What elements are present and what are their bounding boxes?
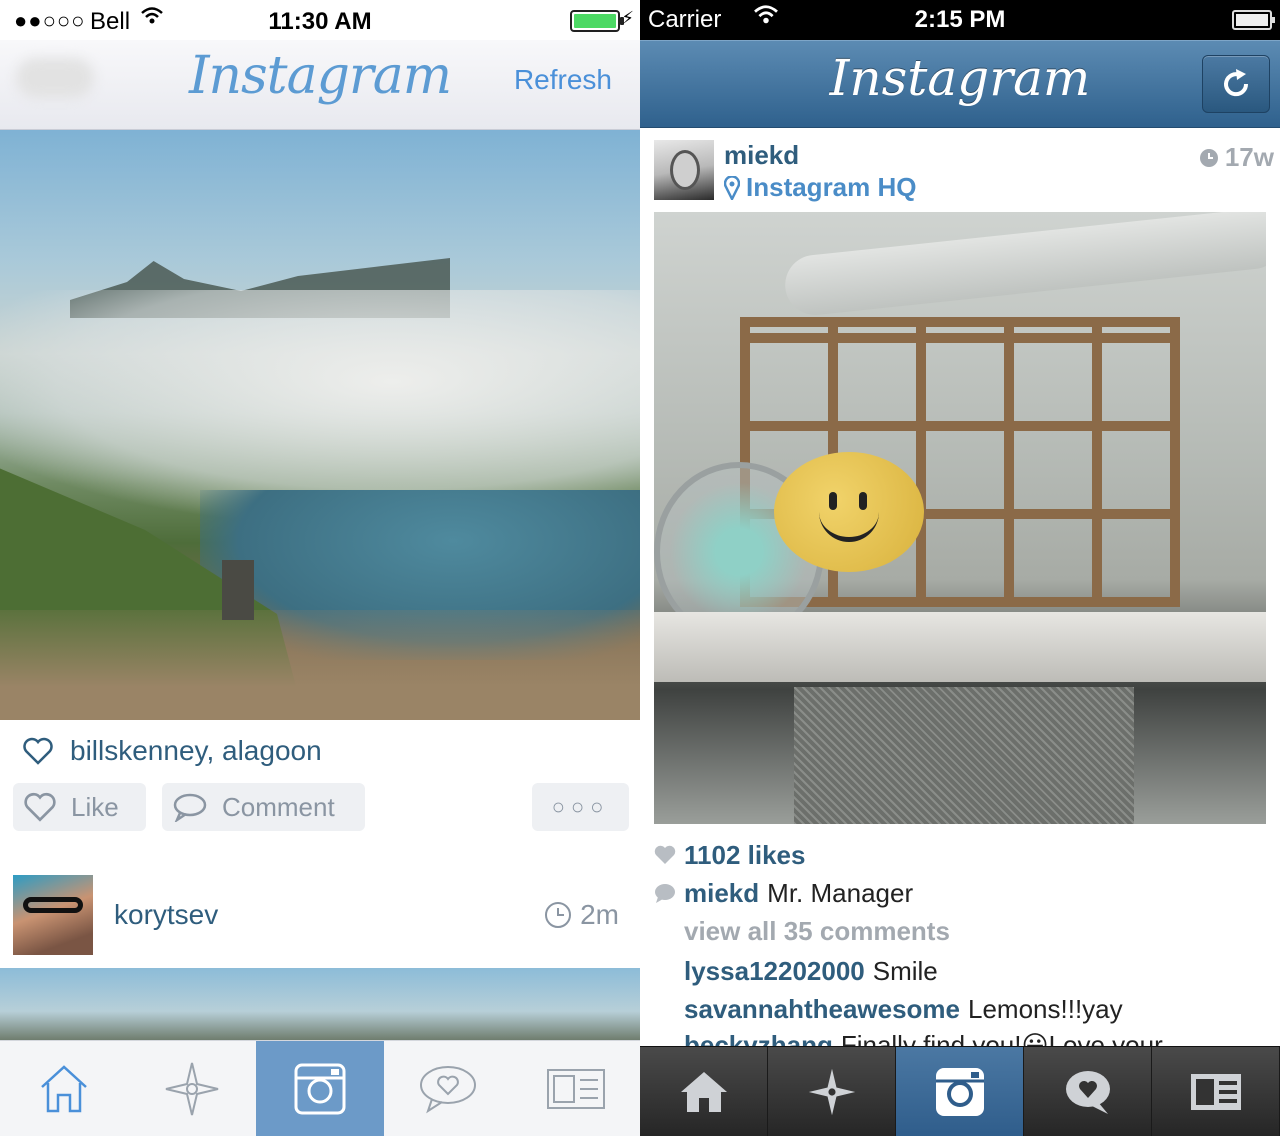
home-tab[interactable] bbox=[640, 1047, 768, 1136]
left-screen: ●●○○○ Bell 11:30 AM ⚡ Instagram Refresh … bbox=[0, 0, 640, 1136]
comment-text: Lemons!!!yay bbox=[968, 993, 1123, 1024]
likes-row: billskenney, alagoon bbox=[22, 728, 322, 774]
status-bar: ●●○○○ Bell 11:30 AM ⚡ bbox=[0, 0, 640, 40]
comment-row: lyssa12202000 Smile bbox=[684, 954, 938, 988]
clock-icon bbox=[545, 902, 572, 928]
post-time: 2m bbox=[544, 899, 619, 931]
right-screen: Carrier 2:15 PM Instagram miekd Instagra… bbox=[640, 0, 1280, 1136]
like-button[interactable]: Like bbox=[13, 783, 146, 831]
post-photo[interactable] bbox=[0, 130, 640, 720]
caption-text: Mr. Manager bbox=[767, 877, 914, 908]
battery-icon bbox=[1232, 10, 1275, 30]
avatar[interactable] bbox=[13, 875, 93, 955]
refresh-icon bbox=[1224, 69, 1249, 97]
comment-label: Comment bbox=[222, 791, 335, 822]
explore-tab[interactable] bbox=[768, 1047, 896, 1136]
post-time: 17w bbox=[1199, 142, 1274, 173]
activity-tab[interactable] bbox=[1024, 1047, 1152, 1136]
comment-bubble-icon bbox=[173, 793, 207, 822]
home-tab[interactable] bbox=[0, 1041, 128, 1136]
comment-user[interactable]: savannahtheawesome bbox=[684, 994, 960, 1025]
camera-tab[interactable] bbox=[896, 1047, 1024, 1136]
refresh-button[interactable] bbox=[1202, 55, 1270, 113]
avatar[interactable] bbox=[654, 140, 714, 200]
profile-tab[interactable] bbox=[512, 1041, 640, 1136]
nav-bar: Instagram bbox=[640, 40, 1280, 128]
camera-tab[interactable] bbox=[256, 1041, 384, 1136]
caption-user[interactable]: miekd bbox=[684, 878, 759, 909]
activity-tab[interactable] bbox=[384, 1041, 512, 1136]
post-time-text: 17w bbox=[1224, 142, 1274, 172]
heart-icon bbox=[654, 845, 676, 864]
battery-icon bbox=[570, 10, 624, 32]
comment-button[interactable]: Comment bbox=[162, 783, 365, 831]
activity-heart-icon bbox=[420, 1066, 476, 1114]
comment-text: Smile bbox=[872, 955, 938, 986]
post-header: miekd Instagram HQ 17w bbox=[654, 140, 1274, 204]
comment-row: savannahtheawesome Lemons!!!yay bbox=[684, 992, 1123, 1026]
tab-bar bbox=[640, 1046, 1280, 1136]
post-username[interactable]: korytsev bbox=[114, 899, 218, 931]
post-photo[interactable] bbox=[654, 212, 1266, 824]
camera-icon bbox=[294, 1063, 346, 1115]
likes-text[interactable]: billskenney, alagoon bbox=[70, 735, 322, 767]
post-photo[interactable] bbox=[0, 968, 640, 1040]
location-text: Instagram HQ bbox=[746, 172, 917, 202]
camera-icon bbox=[935, 1068, 984, 1116]
likes-row: 1102 likes bbox=[654, 838, 805, 872]
explore-icon bbox=[808, 1068, 855, 1116]
view-all-comments-text: view all 35 comments bbox=[684, 915, 950, 946]
status-bar: Carrier 2:15 PM bbox=[640, 0, 1280, 40]
activity-icon bbox=[1065, 1071, 1110, 1114]
comment-user[interactable]: lyssa12202000 bbox=[684, 956, 865, 987]
location-pin-icon bbox=[724, 175, 740, 200]
likes-count[interactable]: 1102 likes bbox=[684, 840, 805, 871]
explore-tab[interactable] bbox=[128, 1041, 256, 1136]
home-icon bbox=[680, 1072, 727, 1112]
app-logo: Instagram bbox=[829, 49, 1091, 107]
like-label: Like bbox=[71, 791, 119, 822]
heart-icon bbox=[24, 792, 56, 822]
post-location[interactable]: Instagram HQ bbox=[724, 172, 917, 203]
explore-icon bbox=[165, 1062, 219, 1116]
view-all-comments[interactable]: view all 35 comments bbox=[684, 914, 950, 948]
post-header: korytsev 2m bbox=[13, 875, 633, 955]
more-options-button[interactable]: ○○○ bbox=[532, 783, 629, 831]
tab-bar bbox=[0, 1040, 640, 1136]
nav-bar: Instagram Refresh bbox=[0, 40, 640, 130]
heart-icon bbox=[23, 737, 53, 765]
comment-bubble-icon bbox=[655, 884, 675, 903]
status-time: 2:15 PM bbox=[914, 6, 1006, 33]
home-icon bbox=[41, 1065, 87, 1113]
refresh-button[interactable]: Refresh bbox=[514, 64, 612, 96]
more-dots: ○○○ bbox=[551, 794, 610, 819]
caption-row: miekd Mr. Manager bbox=[654, 876, 913, 910]
profile-tab[interactable] bbox=[1152, 1047, 1280, 1136]
charging-icon: ⚡ bbox=[621, 8, 634, 28]
profile-icon bbox=[547, 1069, 605, 1109]
post-time-text: 2m bbox=[580, 899, 619, 930]
profile-icon bbox=[1190, 1074, 1241, 1110]
post-username[interactable]: miekd bbox=[724, 140, 799, 171]
status-time: 11:30 AM bbox=[268, 8, 372, 35]
clock-icon bbox=[1199, 148, 1218, 167]
